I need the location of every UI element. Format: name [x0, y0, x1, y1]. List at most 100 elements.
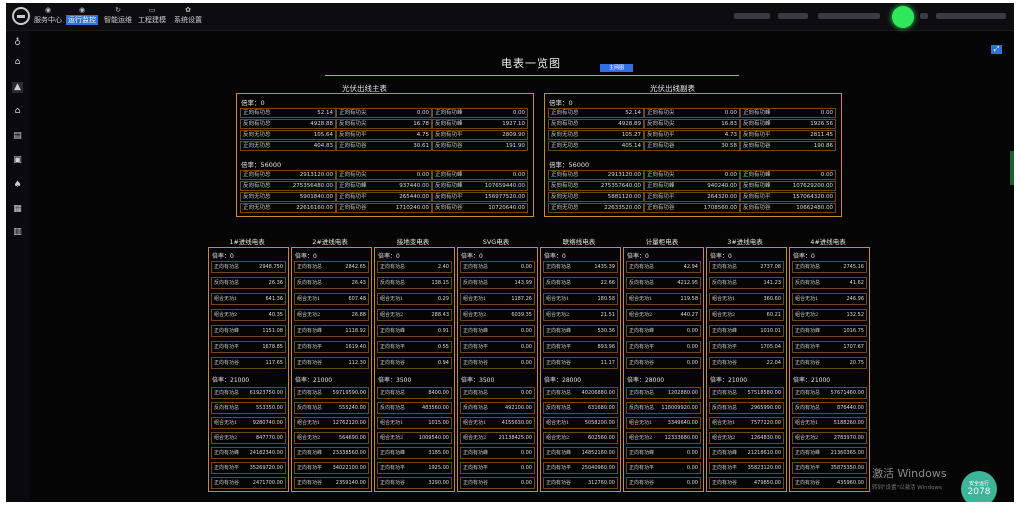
cell-value: 59719590.00	[332, 390, 366, 396]
table-cell: 正向有功总 2913120.00	[240, 170, 336, 180]
table-cell: 正向有功谷 30.58	[644, 141, 740, 151]
cell-value: 0.55	[437, 344, 449, 350]
cell-label: 正向有功总	[214, 390, 240, 396]
meter-row: 正向有功总 57518580.00	[709, 387, 784, 399]
meter-row: 反向有功总 553350.00	[211, 402, 286, 414]
nav-item-4[interactable]: ✿ 系统设置	[174, 5, 202, 28]
cell-value: 492100.00	[504, 405, 532, 411]
home-icon[interactable]: ⌂	[12, 106, 23, 117]
rate-label: 倍率：0	[461, 253, 483, 260]
cell-value: 1187.26	[511, 296, 532, 302]
cell-value: 21360365.00	[830, 450, 864, 456]
side-menu: ♁ ⌂ ▲ ⌂ ▤ ▣ ♠ ▦ ▥	[6, 31, 30, 502]
cell-label: 正向有功峰	[546, 450, 572, 456]
meter-title: 计量柜电表	[645, 238, 679, 246]
document-icon[interactable]: ▤	[12, 131, 23, 142]
cell-label: 正向有功总	[380, 390, 406, 396]
cell-label: 正向有功谷	[629, 360, 655, 366]
location-icon[interactable]: ♁	[12, 38, 23, 49]
chart-icon[interactable]: ▲	[12, 82, 23, 93]
meter-table: 倍率：0 正向有功总 52.14 正向有功尖 0.00 正向有功峰 0.00 反向有功总 492…	[236, 93, 534, 217]
main-diagram-button[interactable]: 主网图	[600, 64, 633, 72]
cell-value: 264320.00	[707, 194, 737, 200]
cell-value: 1927.10	[502, 121, 525, 127]
cell-label: 反向有功谷	[743, 143, 771, 149]
cell-label: 正向有功谷	[463, 480, 489, 486]
cell-value: 553350.00	[255, 405, 283, 411]
meter-row: 正向有功谷 0.00	[460, 477, 535, 489]
cell-value: 0.29	[437, 296, 449, 302]
rate-label: 倍率：56000	[549, 161, 590, 169]
cell-label: 正向有功谷	[339, 143, 367, 149]
cell-label: 正向有功谷	[647, 205, 675, 211]
cell-label: 正向有功峰	[712, 450, 738, 456]
home-icon[interactable]: ⌂	[12, 57, 23, 68]
cell-value: 0.00	[686, 344, 698, 350]
cell-value: 42.94	[683, 264, 698, 270]
cell-label: 组合无功2	[214, 312, 238, 318]
cell-value: 360.60	[763, 296, 782, 302]
cell-label: 正向有功总	[629, 264, 655, 270]
table-cell: 反向有功峰 1927.10	[432, 119, 528, 129]
cell-value: 847770.00	[255, 435, 283, 441]
cell-label: 正向有功平	[712, 465, 738, 471]
safe-operation-badge[interactable]: 安全运行 2078	[961, 471, 997, 502]
rate-label: 倍率：0	[241, 99, 265, 107]
meter-row: 反向有功总 143.99	[460, 277, 535, 289]
nav-item-2[interactable]: ↻ 智能运维	[104, 5, 132, 28]
right-panel-handle[interactable]	[1010, 151, 1014, 185]
cell-label: 正向有功平	[463, 465, 489, 471]
table-cell: 反向有功平 4.73	[644, 130, 740, 140]
cell-value: 312760.00	[587, 480, 615, 486]
cell-label: 正向有功总	[795, 264, 821, 270]
meter-row: 正向有功峰 24182340.00	[211, 447, 286, 459]
nav-item-0[interactable]: ◉ 服务中心	[34, 5, 62, 28]
meter-row: 反向有功总 141.23	[709, 277, 784, 289]
cell-label: 组合无功1	[546, 420, 570, 426]
table-cell: 反向无功总 5881120.00	[548, 192, 644, 202]
nav-item-1[interactable]: ◉ 运行监控	[66, 5, 98, 28]
table-row: 反向无功总 5881120.00 正向有功平 264320.00 反向有功平 157064…	[548, 192, 836, 202]
table-cell: 正向有功峰 937440.00	[336, 181, 432, 191]
tree-icon[interactable]: ♠	[12, 180, 23, 191]
cell-label: 正向有功峰	[214, 450, 240, 456]
cell-value: 1926.56	[810, 121, 833, 127]
report-icon[interactable]: ▣	[12, 155, 23, 166]
rate-label: 倍率：0	[212, 253, 234, 260]
table-cell: 正向有功平 265440.00	[336, 192, 432, 202]
nav-item-3[interactable]: ▭ 工程建模	[138, 5, 166, 28]
cell-value: 405.14	[621, 143, 641, 149]
table-cell: 反向无功总 105.27	[548, 130, 644, 140]
meter-row: 正向有功平 0.55	[377, 341, 452, 353]
cell-label: 正向有功谷	[297, 360, 323, 366]
cell-label: 正向有功平	[546, 465, 572, 471]
cell-value: 1708560.00	[703, 205, 737, 211]
list-icon[interactable]: ▥	[12, 227, 23, 238]
cell-value: 607.48	[348, 296, 367, 302]
cell-label: 反向有功总	[214, 280, 240, 286]
meter-row: 组合无功2 60.21	[709, 309, 784, 321]
nav-item-label: 系统设置	[174, 16, 202, 24]
cell-value: 0.00	[520, 344, 532, 350]
monitor-icon: ◉	[78, 6, 86, 14]
cell-value: 275356480.00	[292, 183, 333, 189]
meter-row: 组合无功1 641.36	[211, 293, 286, 305]
meter-row: 正向有功峰 0.00	[460, 325, 535, 337]
blurred-user-info	[920, 13, 928, 19]
meter-row: 正向有功谷 0.00	[626, 477, 701, 489]
cell-value: 105.64	[313, 132, 333, 138]
cell-value: 8400.00	[428, 390, 449, 396]
cell-label: 正向有功峰	[795, 450, 821, 456]
cell-value: 14852160.00	[581, 450, 615, 456]
cell-label: 反向有功总	[629, 405, 655, 411]
cell-label: 正向有功谷	[380, 480, 406, 486]
cell-value: 143.99	[514, 280, 533, 286]
table-row: 正向有功总 2913120.00 正向有功尖 0.00 正向有功峰 0.00	[548, 170, 836, 180]
cell-label: 组合无功1	[297, 420, 321, 426]
meter-row: 正向有功总 2948.750	[211, 261, 286, 273]
nav-item-label: 运行监控	[66, 15, 98, 25]
fullscreen-icon[interactable]: ⤢	[991, 45, 1002, 54]
cell-label: 正向有功峰	[629, 328, 655, 334]
meter-row: 正向有功总 2.40	[377, 261, 452, 273]
table-icon[interactable]: ▦	[12, 204, 23, 215]
